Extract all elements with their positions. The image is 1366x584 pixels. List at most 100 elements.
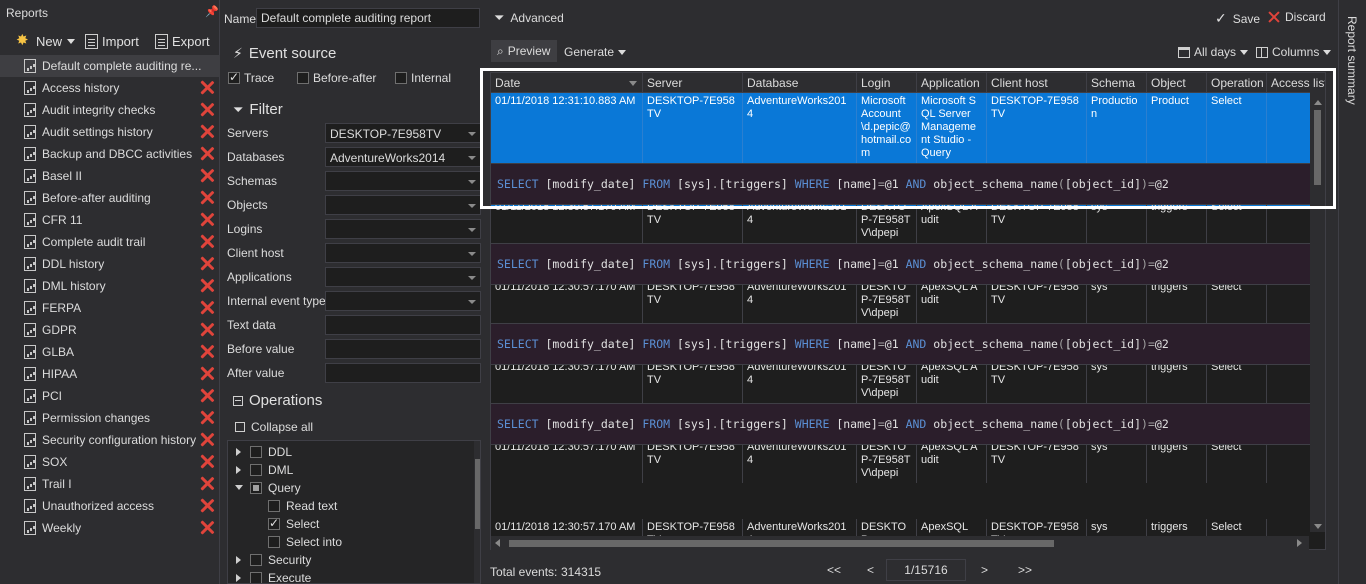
report-summary-tab[interactable]: Report summary <box>1338 0 1366 584</box>
delete-report-icon[interactable] <box>200 410 214 424</box>
delete-report-icon[interactable] <box>200 432 214 446</box>
report-item[interactable]: Complete audit trail <box>0 231 220 253</box>
pin-icon[interactable]: 📌 <box>205 5 219 18</box>
report-item[interactable]: Audit integrity checks <box>0 99 220 121</box>
table-row[interactable]: 01/11/2018 12:31:10.883 AM DESKTOP-7E958T… <box>491 93 1311 165</box>
column-header[interactable]: Operation <box>1207 73 1267 93</box>
import-button[interactable]: Import <box>85 30 139 52</box>
sql-statement[interactable]: SELECT [modify_date] FROM [sys].[trigger… <box>491 323 1311 365</box>
delete-report-icon[interactable] <box>200 168 214 182</box>
expand-icon[interactable] <box>236 448 241 456</box>
column-header[interactable]: Schema <box>1087 73 1147 93</box>
report-item[interactable]: Basel II <box>0 165 220 187</box>
report-item[interactable]: Before-after auditing <box>0 187 220 209</box>
delete-report-icon[interactable] <box>200 476 214 490</box>
new-report-button[interactable]: ✸ New <box>16 30 76 52</box>
delete-report-icon[interactable] <box>200 388 214 402</box>
column-header[interactable]: Access list <box>1267 73 1325 93</box>
column-header[interactable]: Object <box>1147 73 1207 93</box>
servers-combo[interactable]: DESKTOP-7E958TV <box>325 123 481 143</box>
first-page-button[interactable]: << <box>827 563 841 577</box>
client-host-combo[interactable] <box>325 243 481 263</box>
schemas-combo[interactable] <box>325 171 481 191</box>
report-item[interactable]: GLBA <box>0 341 220 363</box>
table-row[interactable]: 01/11/2018 12:30:57.170 AMDESKTOP-7E958T… <box>491 199 1311 243</box>
delete-report-icon[interactable] <box>200 146 214 160</box>
databases-combo[interactable]: AdventureWorks2014 <box>325 147 481 167</box>
delete-report-icon[interactable] <box>200 322 214 336</box>
column-header[interactable]: Server <box>643 73 743 93</box>
preview-tab[interactable]: ⌕ Preview <box>491 40 557 62</box>
report-item[interactable]: HIPAA <box>0 363 220 385</box>
delete-report-icon[interactable] <box>200 256 214 270</box>
report-item[interactable]: DDL history <box>0 253 220 275</box>
report-item[interactable]: Backup and DBCC activities <box>0 143 220 165</box>
report-name-input[interactable] <box>256 8 480 28</box>
applications-combo[interactable] <box>325 267 481 287</box>
report-item[interactable]: Default complete auditing re... <box>0 55 220 77</box>
sql-statement[interactable]: SELECT [modify_date] FROM [sys].[trigger… <box>491 243 1311 285</box>
scroll-right-icon[interactable] <box>1297 539 1302 547</box>
scroll-up-icon[interactable] <box>1314 100 1322 105</box>
sql-statement[interactable]: SELECT [modify_date] FROM [sys].[trigger… <box>491 403 1311 445</box>
delete-report-icon[interactable] <box>200 520 214 534</box>
trace-checkbox[interactable] <box>228 70 240 84</box>
expand-icon[interactable] <box>236 556 241 564</box>
report-item[interactable]: FERPA <box>0 297 220 319</box>
objects-combo[interactable] <box>325 195 481 215</box>
save-button[interactable]: ✓ Save <box>1215 10 1260 27</box>
page-input[interactable] <box>886 559 966 581</box>
columns-dropdown[interactable]: Columns <box>1256 45 1332 59</box>
report-item[interactable]: Audit settings history <box>0 121 220 143</box>
text-data-input[interactable] <box>325 315 481 335</box>
internal-checkbox[interactable] <box>395 72 407 84</box>
delete-report-icon[interactable] <box>200 102 214 116</box>
security-checkbox[interactable] <box>250 554 262 566</box>
report-item[interactable]: PCI <box>0 385 220 407</box>
delete-report-icon[interactable] <box>200 366 214 380</box>
query-checkbox[interactable] <box>250 482 262 494</box>
report-item[interactable]: Unauthorized access <box>0 495 220 517</box>
report-item[interactable]: Trail I <box>0 473 220 495</box>
sql-statement[interactable]: SELECT [modify_date] FROM [sys].[trigger… <box>491 163 1311 205</box>
report-item[interactable]: Permission changes <box>0 407 220 429</box>
report-item[interactable]: Weekly <box>0 517 220 539</box>
column-header[interactable]: Database <box>743 73 857 93</box>
prev-page-button[interactable]: < <box>867 563 874 577</box>
report-item[interactable]: CFR 11 <box>0 209 220 231</box>
ddl-checkbox[interactable] <box>250 446 262 458</box>
delete-report-icon[interactable] <box>200 80 214 94</box>
grid-vertical-thumb[interactable] <box>1314 110 1321 185</box>
grid-vertical-scrollbar[interactable] <box>1310 92 1325 532</box>
read-text-checkbox[interactable] <box>268 500 280 512</box>
grid-horizontal-scrollbar[interactable] <box>491 536 1309 550</box>
report-item[interactable]: GDPR <box>0 319 220 341</box>
delete-report-icon[interactable] <box>200 498 214 512</box>
export-button[interactable]: Export <box>155 30 210 52</box>
delete-report-icon[interactable] <box>200 278 214 292</box>
before-after-checkbox[interactable] <box>297 72 309 84</box>
scroll-left-icon[interactable] <box>495 539 500 547</box>
column-header[interactable]: Date <box>491 73 643 93</box>
logins-combo[interactable] <box>325 219 481 239</box>
operations-scroll-thumb[interactable] <box>475 459 480 529</box>
collapse-all-button[interactable]: Collapse all <box>235 420 313 434</box>
expand-icon[interactable] <box>236 466 241 474</box>
table-row[interactable]: 01/11/2018 12:30:57.170 AMDESKTOP-7E958T… <box>491 279 1311 323</box>
grid-horizontal-thumb[interactable] <box>509 540 1054 547</box>
delete-report-icon[interactable] <box>200 190 214 204</box>
report-item[interactable]: SOX <box>0 451 220 473</box>
delete-report-icon[interactable] <box>200 454 214 468</box>
internal-event-type-combo[interactable] <box>325 291 481 311</box>
expand-icon[interactable] <box>236 574 241 582</box>
all-days-dropdown[interactable]: All days <box>1178 45 1249 59</box>
table-row[interactable]: 01/11/2018 12:30:57.170 AMDESKTOP-7E958T… <box>491 439 1311 483</box>
discard-button[interactable]: Discard <box>1268 10 1326 24</box>
delete-report-icon[interactable] <box>200 212 214 226</box>
report-item[interactable]: Security configuration history <box>0 429 220 451</box>
before-value-input[interactable] <box>325 339 481 359</box>
advanced-button[interactable]: ⏷ Advanced <box>494 10 564 26</box>
column-header[interactable]: Application <box>917 73 987 93</box>
report-item[interactable]: Access history <box>0 77 220 99</box>
report-item[interactable]: DML history <box>0 275 220 297</box>
